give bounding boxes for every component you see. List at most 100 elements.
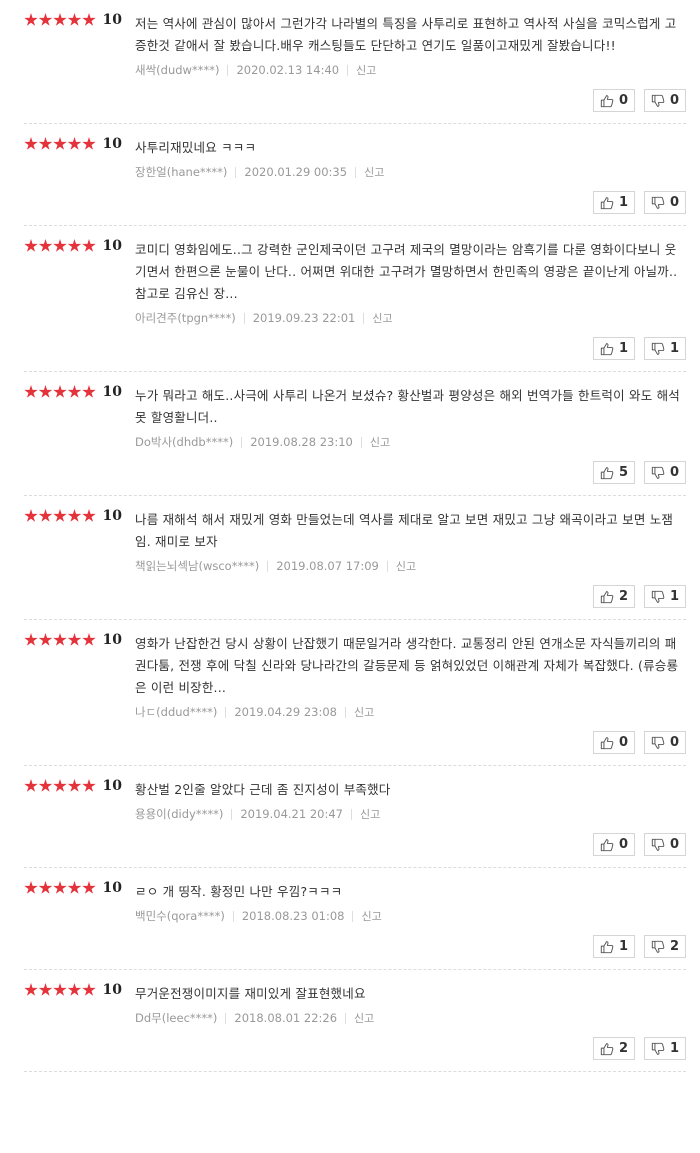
review-author: Do박사(dhdb****) bbox=[135, 435, 234, 449]
dislike-button[interactable]: 0 bbox=[644, 461, 686, 484]
dislike-button[interactable]: 0 bbox=[644, 89, 686, 112]
star-icon bbox=[53, 137, 67, 150]
vote-actions: 1 0 bbox=[135, 191, 686, 214]
thumbs-down-icon bbox=[651, 590, 665, 603]
report-link[interactable]: 신고 bbox=[354, 1010, 374, 1026]
star-icon bbox=[67, 13, 82, 26]
review-item: 10 코미디 영화임에도..그 강력한 군인제국이던 고구려 제국의 멸망이라는… bbox=[24, 226, 686, 372]
star-icon bbox=[67, 509, 82, 522]
like-button[interactable]: 0 bbox=[593, 89, 635, 112]
review-meta: 장한얼(hane****) 2020.01.29 00:35 신고 bbox=[135, 163, 686, 181]
star-icon bbox=[82, 137, 96, 150]
star-icon bbox=[24, 633, 38, 646]
like-button[interactable]: 0 bbox=[593, 833, 635, 856]
review-date: 2018.08.01 22:26 bbox=[234, 1011, 338, 1025]
review-meta: 백민수(qora****) 2018.08.23 01:08 신고 bbox=[135, 907, 686, 925]
review-score: 10 bbox=[24, 982, 122, 998]
dislike-button[interactable]: 0 bbox=[644, 833, 686, 856]
report-link[interactable]: 신고 bbox=[361, 908, 381, 924]
star-rating bbox=[24, 137, 97, 151]
dislike-button[interactable]: 2 bbox=[644, 935, 686, 958]
star-icon bbox=[67, 239, 82, 252]
thumbs-down-icon bbox=[651, 1042, 665, 1055]
report-link[interactable]: 신고 bbox=[356, 62, 376, 78]
star-icon bbox=[38, 633, 53, 646]
dislike-button[interactable]: 1 bbox=[644, 585, 686, 608]
review-body: 무거운전쟁이미지를 재미있게 잘표현했네요 Dd무(leec****) 2018… bbox=[135, 983, 686, 1060]
review-score: 10 bbox=[24, 238, 122, 254]
star-icon bbox=[82, 881, 96, 894]
vote-actions: 1 1 bbox=[135, 337, 686, 360]
review-author: 새싹(dudw****) bbox=[135, 63, 220, 77]
review-date: 2019.04.29 23:08 bbox=[234, 705, 337, 719]
star-icon bbox=[24, 983, 38, 996]
dislike-count: 0 bbox=[669, 735, 680, 750]
review-list: 10 저는 역사에 관심이 많아서 그런가각 나라별의 특징을 사투리로 표현하… bbox=[0, 0, 700, 1072]
review-meta: 용용이(didy****) 2019.04.21 20:47 신고 bbox=[135, 805, 686, 823]
star-rating bbox=[24, 13, 97, 27]
review-score: 10 bbox=[24, 384, 122, 400]
score-number: 10 bbox=[102, 982, 122, 998]
star-icon bbox=[24, 881, 38, 894]
like-count: 1 bbox=[618, 195, 629, 210]
dislike-button[interactable]: 0 bbox=[644, 191, 686, 214]
report-link[interactable]: 신고 bbox=[364, 164, 384, 180]
review-score: 10 bbox=[24, 12, 122, 28]
review-text: 누가 뭐라고 해도..사극에 사투리 나온거 보셨슈? 황산벌과 평양성은 해외… bbox=[135, 388, 680, 425]
like-button[interactable]: 2 bbox=[593, 1037, 635, 1060]
vote-actions: 2 1 bbox=[135, 585, 686, 608]
review-date: 2018.08.23 01:08 bbox=[241, 909, 345, 923]
score-number: 10 bbox=[102, 238, 122, 254]
review-meta: 나ㄷ(ddud****) 2019.04.29 23:08 신고 bbox=[135, 703, 686, 721]
star-icon bbox=[24, 779, 38, 792]
divider bbox=[231, 808, 233, 820]
like-button[interactable]: 2 bbox=[593, 585, 635, 608]
thumbs-up-icon bbox=[600, 838, 614, 851]
dislike-button[interactable]: 0 bbox=[644, 731, 686, 754]
star-rating bbox=[24, 881, 97, 895]
report-link[interactable]: 신고 bbox=[354, 704, 374, 720]
like-button[interactable]: 1 bbox=[593, 191, 635, 214]
like-button[interactable]: 0 bbox=[593, 731, 635, 754]
report-link[interactable]: 신고 bbox=[370, 434, 390, 450]
review-body: ㄹㅇ 개 띵작. 황정민 나만 우낌?ㅋㅋㅋ 백민수(qora****) 201… bbox=[135, 881, 686, 958]
divider bbox=[225, 706, 227, 718]
review-text: ㄹㅇ 개 띵작. 황정민 나만 우낌?ㅋㅋㅋ bbox=[135, 884, 343, 899]
report-link[interactable]: 신고 bbox=[372, 310, 392, 326]
like-button[interactable]: 1 bbox=[593, 935, 635, 958]
review-score: 10 bbox=[24, 508, 122, 524]
review-item: 10 ㄹㅇ 개 띵작. 황정민 나만 우낌?ㅋㅋㅋ 백민수(qora****) … bbox=[24, 868, 686, 970]
star-rating bbox=[24, 385, 97, 399]
star-icon bbox=[82, 239, 96, 252]
like-button[interactable]: 5 bbox=[593, 461, 635, 484]
review-author: 나ㄷ(ddud****) bbox=[135, 705, 218, 719]
dislike-count: 2 bbox=[669, 939, 680, 954]
dislike-count: 1 bbox=[669, 1041, 680, 1056]
divider bbox=[363, 312, 365, 324]
review-item: 10 사투리재밌네요 ㅋㅋㅋ 장한얼(hane****) 2020.01.29 … bbox=[24, 124, 686, 226]
vote-actions: 2 1 bbox=[135, 1037, 686, 1060]
review-author: 아리견주(tpgn****) bbox=[135, 311, 236, 325]
dislike-button[interactable]: 1 bbox=[644, 1037, 686, 1060]
review-meta: Do박사(dhdb****) 2019.08.28 23:10 신고 bbox=[135, 433, 686, 451]
review-author: 백민수(qora****) bbox=[135, 909, 225, 923]
like-button[interactable]: 1 bbox=[593, 337, 635, 360]
report-link[interactable]: 신고 bbox=[396, 558, 416, 574]
star-icon bbox=[67, 385, 82, 398]
dislike-button[interactable]: 1 bbox=[644, 337, 686, 360]
star-icon bbox=[67, 881, 82, 894]
thumbs-down-icon bbox=[651, 466, 665, 479]
dislike-count: 0 bbox=[669, 195, 680, 210]
review-body: 사투리재밌네요 ㅋㅋㅋ 장한얼(hane****) 2020.01.29 00:… bbox=[135, 137, 686, 214]
thumbs-down-icon bbox=[651, 94, 665, 107]
dislike-count: 0 bbox=[669, 465, 680, 480]
review-body: 영화가 난잡한건 당시 상황이 난잡했기 때문일거라 생각한다. 교통정리 안된… bbox=[135, 633, 686, 754]
review-meta: 새싹(dudw****) 2020.02.13 14:40 신고 bbox=[135, 61, 686, 79]
divider bbox=[227, 64, 229, 76]
star-icon bbox=[53, 779, 67, 792]
report-link[interactable]: 신고 bbox=[360, 806, 380, 822]
thumbs-up-icon bbox=[600, 736, 614, 749]
review-item: 10 황산벌 2인줄 알았다 근데 좀 진지성이 부족했다 용용이(didy**… bbox=[24, 766, 686, 868]
vote-actions: 5 0 bbox=[135, 461, 686, 484]
dislike-count: 0 bbox=[669, 837, 680, 852]
